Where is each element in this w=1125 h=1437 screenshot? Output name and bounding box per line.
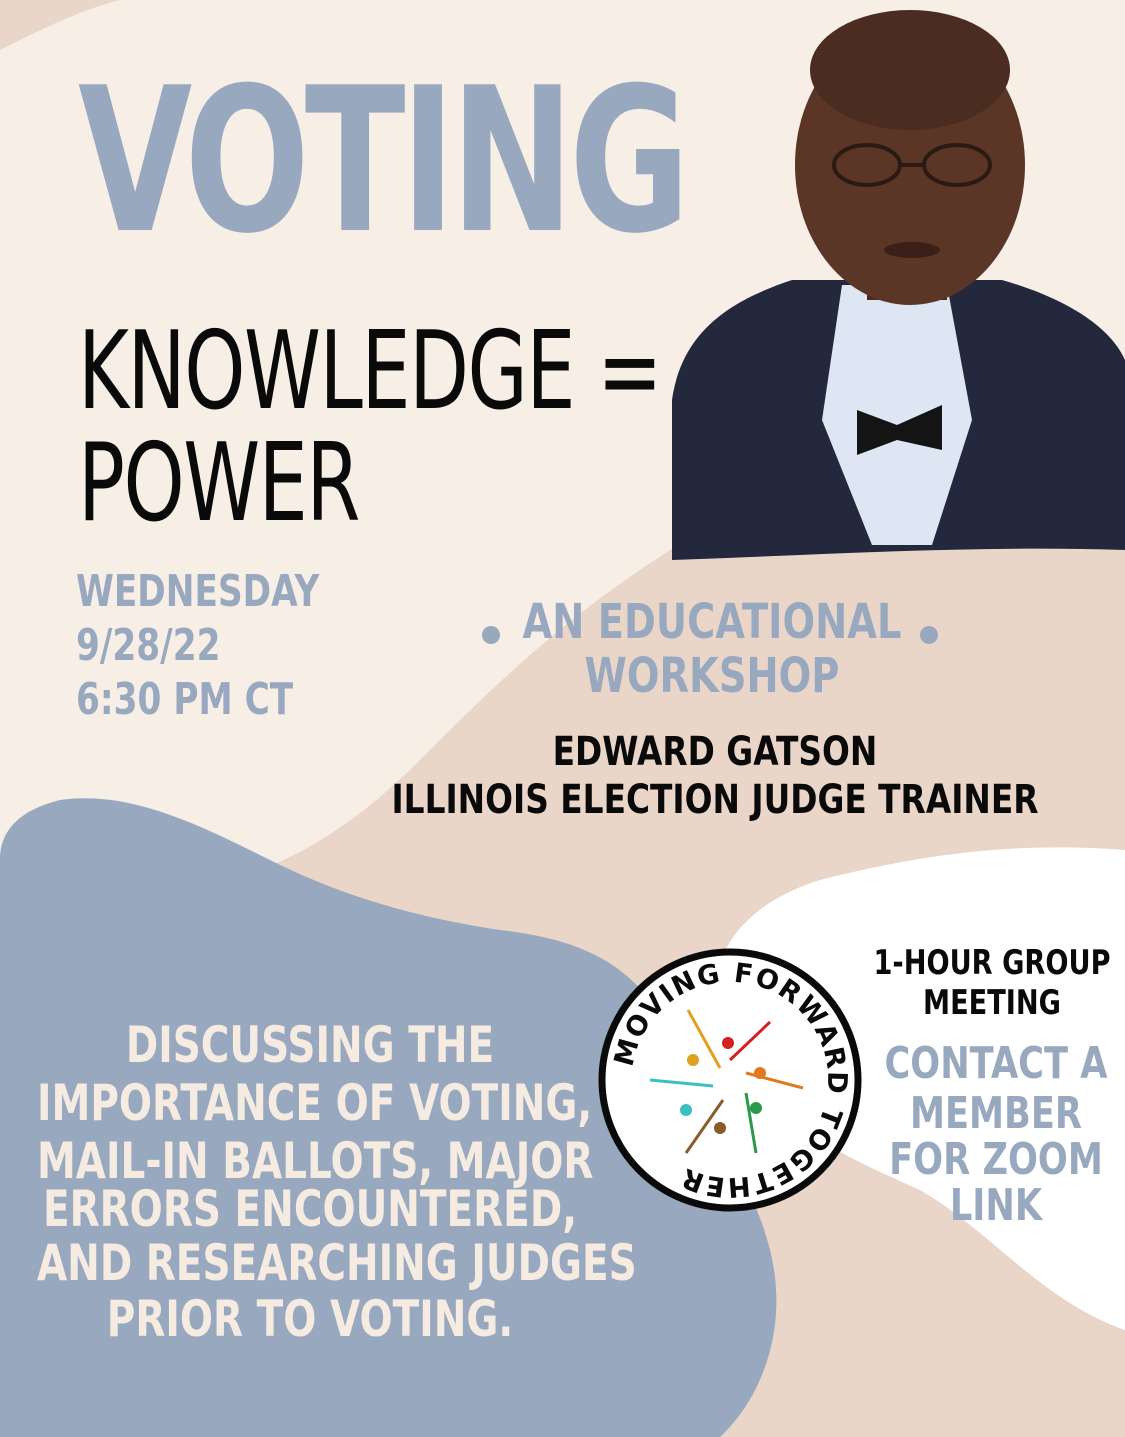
man-portrait-icon xyxy=(672,10,1125,560)
speaker-photo xyxy=(672,10,1125,560)
contact-line: MEMBER xyxy=(909,1088,1083,1139)
description-line: DISCUSSING THE xyxy=(125,1016,495,1074)
bullet-dot-right xyxy=(920,626,938,644)
workshop-line-1: AN EDUCATIONAL xyxy=(522,594,902,650)
description-line: IMPORTANCE OF VOTING, xyxy=(37,1074,593,1132)
event-date: 9/28/22 xyxy=(76,620,221,671)
moving-forward-together-logo: MOVING FORWARD TOGETHER xyxy=(598,948,862,1212)
event-day: WEDNESDAY xyxy=(76,566,320,617)
title: VOTING xyxy=(78,45,690,278)
event-time: 6:30 PM CT xyxy=(76,674,294,725)
contact-line: LINK xyxy=(949,1180,1043,1231)
speaker-role: ILLINOIS ELECTION JUDGE TRAINER xyxy=(391,777,1039,823)
tagline-line-2: POWER xyxy=(78,421,360,546)
contact-line: CONTACT A xyxy=(884,1038,1108,1089)
description-line: ERRORS ENCOUNTERED, xyxy=(42,1180,578,1238)
description-line: AND RESEARCHING JUDGES xyxy=(37,1234,637,1292)
tagline-line-1: KNOWLEDGE = xyxy=(78,309,662,434)
contact-line: FOR ZOOM xyxy=(889,1134,1103,1185)
speaker-name: EDWARD GATSON xyxy=(552,729,878,775)
meeting-line-2: MEETING xyxy=(923,983,1061,1023)
workshop-line-2: WORKSHOP xyxy=(584,648,840,704)
meeting-line-1: 1-HOUR GROUP xyxy=(873,943,1111,983)
description-line: MAIL-IN BALLOTS, MAJOR xyxy=(37,1132,594,1190)
description-line: PRIOR TO VOTING. xyxy=(106,1290,514,1348)
bullet-dot-left xyxy=(482,626,500,644)
flyer: VOTING KNOWLEDGE = POWER WEDNESDAY 9/28/… xyxy=(0,0,1125,1437)
